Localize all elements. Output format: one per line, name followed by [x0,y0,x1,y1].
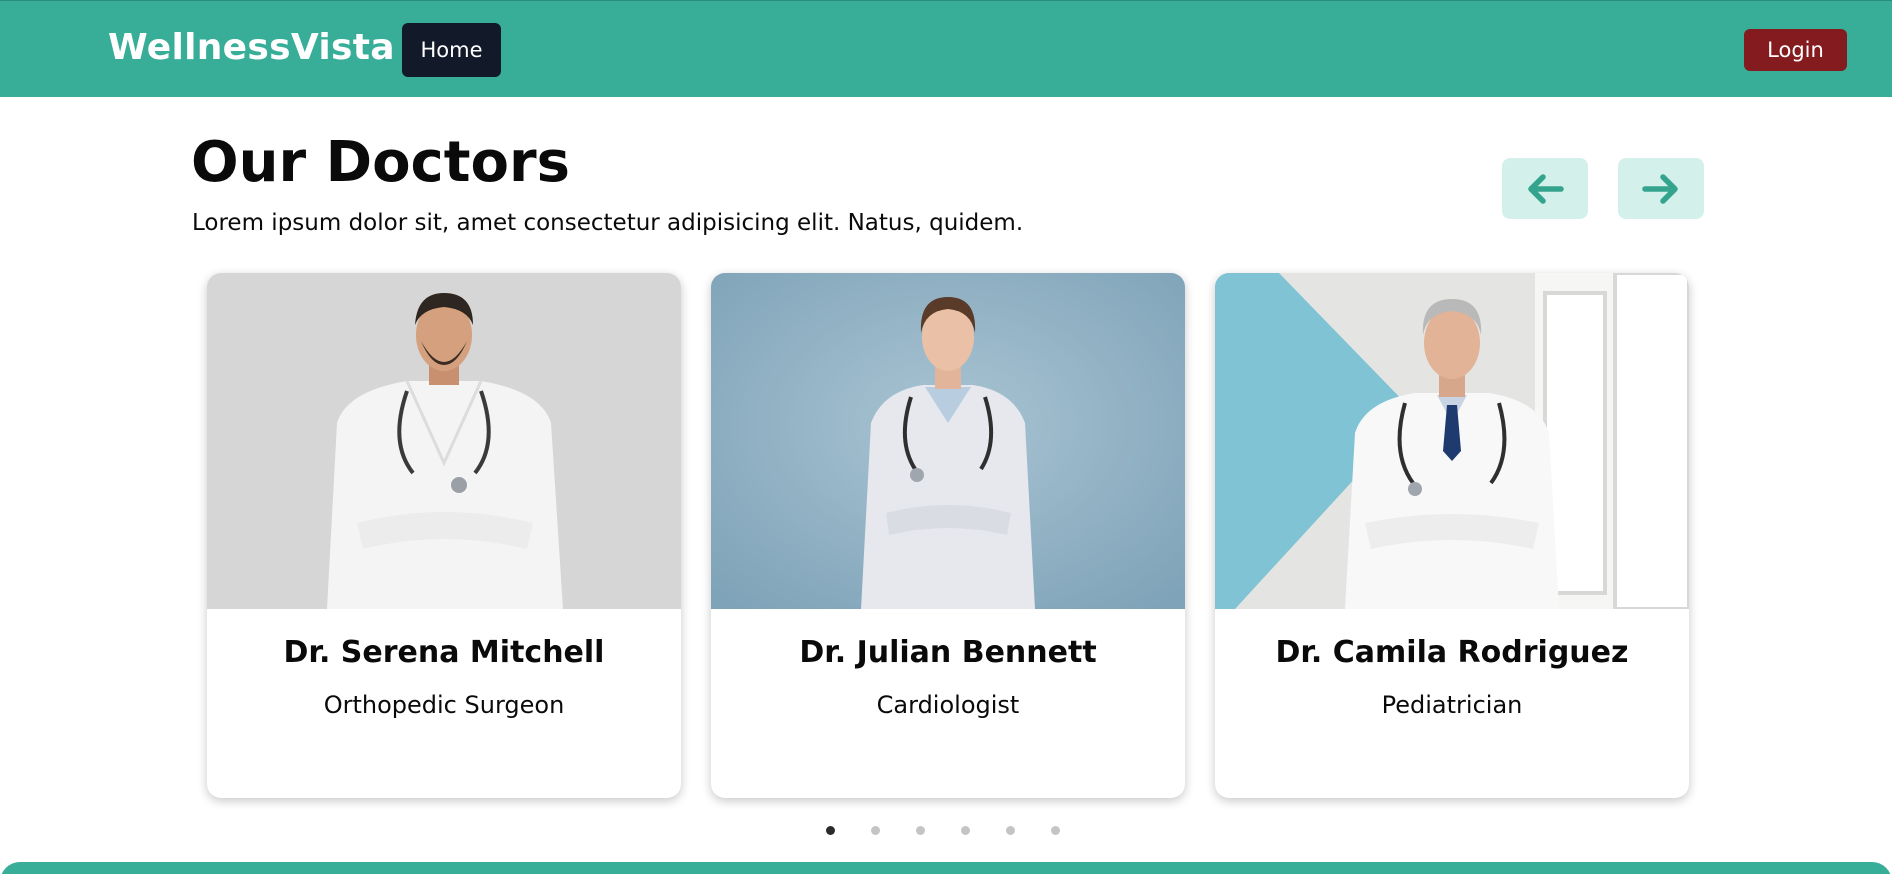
doctor-card[interactable]: Dr. Julian Bennett Cardiologist [711,273,1185,798]
doctor-specialty: Cardiologist [876,691,1020,719]
doctor-photo [1215,273,1689,609]
carousel-dot[interactable] [826,825,835,835]
navbar: WellnessVista Home Login [0,0,1892,97]
section-subtitle: Lorem ipsum dolor sit, amet consectetur … [192,210,1024,236]
arrow-left-icon [1528,173,1564,204]
doctor-specialty: Pediatrician [1381,691,1523,719]
arrow-right-icon [1642,173,1678,204]
doctor-name: Dr. Julian Bennett [799,635,1097,670]
carousel-dot[interactable] [871,825,880,835]
login-button[interactable]: Login [1744,29,1847,71]
doctor-specialty: Orthopedic Surgeon [323,691,565,719]
page-title: Our Doctors [191,130,570,195]
carousel-dot[interactable] [961,825,970,835]
doctor-card[interactable]: Dr. Camila Rodriguez Pediatrician [1215,273,1689,798]
footer-band [0,862,1892,874]
carousel-dot[interactable] [916,825,925,835]
doctor-photo [207,273,681,609]
doctor-card[interactable]: Dr. Serena Mitchell Orthopedic Surgeon [207,273,681,798]
home-nav-button[interactable]: Home [402,23,501,77]
doctor-photo [711,273,1185,609]
brand-logo[interactable]: WellnessVista [108,27,395,68]
carousel-pagination [826,824,1060,836]
doctor-name: Dr. Camila Rodriguez [1275,635,1629,670]
doctor-name: Dr. Serena Mitchell [283,635,605,670]
carousel-dot[interactable] [1051,825,1060,835]
carousel-dot[interactable] [1006,825,1015,835]
carousel-prev-button[interactable] [1502,158,1588,219]
carousel-next-button[interactable] [1618,158,1704,219]
